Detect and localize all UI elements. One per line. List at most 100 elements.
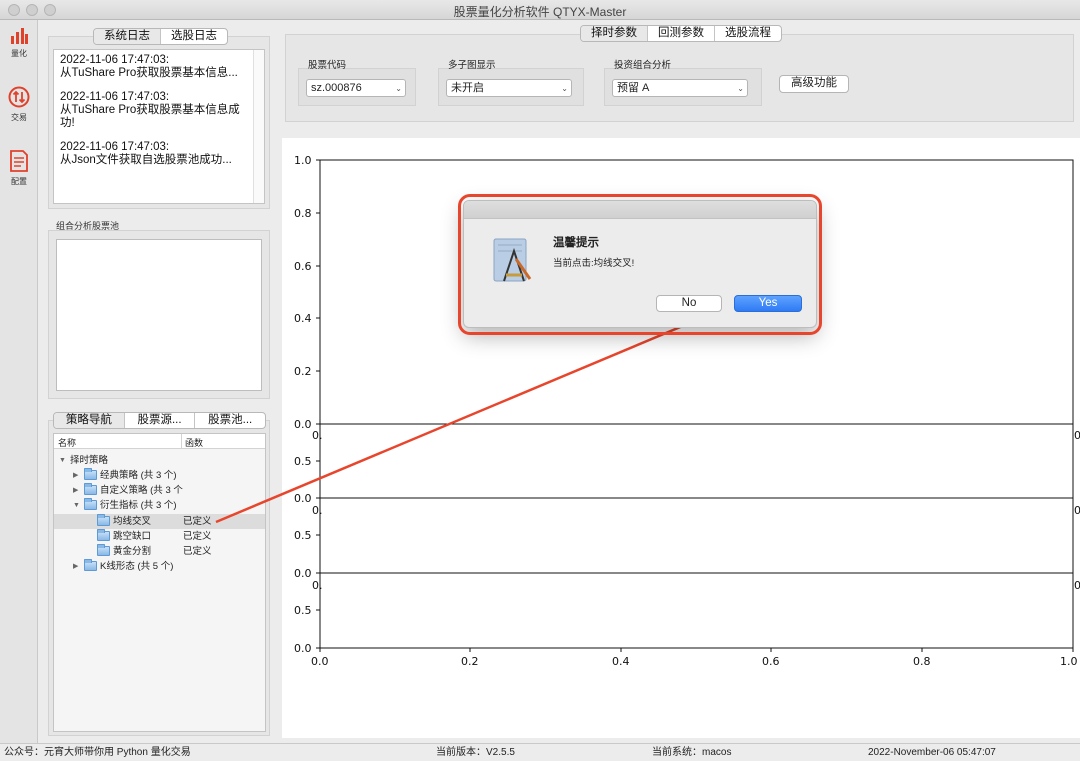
log-entry: 2022-11-06 17:47:03: 从TuShare Pro获取股票基本信… [60,91,240,129]
alert-dialog: 温馨提示 当前点击:均线交叉! No Yes [463,200,817,328]
tab-stock-flow[interactable]: 选股流程 [715,26,781,41]
y-tick: 0.5 [294,529,312,542]
status-wechat: 公众号：元宵大师带你用 Python 量化交易 [4,747,191,758]
chevron-down-icon: ⌄ [737,84,744,93]
folder-icon [84,468,97,480]
log-entry: 2022-11-06 17:47:03: 从Json文件获取自选股票池成功... [60,141,232,166]
x-tick: 0.0 [311,655,329,668]
portfolio-label: 投资组合分析 [614,60,672,71]
no-button[interactable]: No [656,295,722,312]
folder-icon [84,498,97,510]
x-tick: 0.8 [913,655,931,668]
folder-icon [84,483,97,495]
window-title: 股票量化分析软件 QTYX-Master [453,5,627,19]
nav-quant[interactable]: 量化 [0,26,38,59]
tree-row-timing[interactable]: ▼ 择时策略 [54,453,265,468]
log-entry: 2022-11-06 17:47:03: 从TuShare Pro获取股票基本信… [60,54,238,79]
y-tick: 0.8 [294,207,312,220]
dialog-message: 当前点击:均线交叉! [553,258,635,269]
nav-config-label: 配置 [11,177,27,186]
tree-header: 名称 函数 [54,434,265,449]
folder-icon [97,529,110,541]
tab-system-log[interactable]: 系统日志 [94,29,161,44]
trade-arrows-icon [8,86,30,108]
dialog-titlebar [464,201,816,219]
tree-header-name: 名称 [58,438,77,448]
yes-button[interactable]: Yes [734,295,802,312]
x-tick-edge: 0. [312,429,323,442]
nav-trade-label: 交易 [11,113,27,122]
nav-trade[interactable]: 交易 [0,86,38,123]
advanced-button[interactable]: 高级功能 [779,75,849,93]
app-icon [493,238,532,282]
portfolio-select[interactable]: 预留 A ⌄ [612,79,748,97]
y-tick: 0.2 [294,365,312,378]
tab-stock-pool[interactable]: 股票池... [195,413,265,428]
nav-config[interactable]: 配置 [0,150,38,187]
stock-pool-list[interactable] [56,239,262,391]
y-tick: 0.5 [294,455,312,468]
x-tick-edge: 0 [1074,579,1080,592]
collapse-arrow-icon[interactable]: ▶ [73,483,78,498]
dialog-title: 温馨提示 [553,237,599,249]
tree-row-ma-cross[interactable]: 均线交叉 已定义 [54,514,265,529]
log-tabs: 系统日志 选股日志 [93,28,228,45]
x-tick: 0.6 [762,655,780,668]
tree-row-golden[interactable]: 黄金分割 已定义 [54,544,265,559]
status-datetime: 2022-November-06 05:47:07 [868,747,996,758]
log-textarea[interactable]: 2022-11-06 17:47:03: 从TuShare Pro获取股票基本信… [53,49,265,204]
expand-arrow-icon[interactable]: ▼ [59,453,66,468]
tab-stock-log[interactable]: 选股日志 [161,29,227,44]
document-icon [10,150,28,172]
param-tabs: 择时参数 回测参数 选股流程 [580,25,782,42]
subplot-select[interactable]: 未开启 ⌄ [446,79,572,97]
tree-header-function: 函数 [185,438,204,448]
y-tick: 0.0 [294,642,312,655]
stock-code-label: 股票代码 [308,60,347,71]
window-titlebar: 股票量化分析软件 QTYX-Master [0,0,1080,20]
tree-row-classic[interactable]: ▶ 经典策略 (共 3 个) [54,468,265,483]
y-tick: 0.6 [294,260,312,273]
expand-arrow-icon[interactable]: ▼ [73,498,80,513]
x-tick-edge: 0. [312,504,323,517]
nav-quant-label: 量化 [11,49,27,58]
x-tick: 1.0 [1060,655,1078,668]
tab-stock-source[interactable]: 股票源... [125,413,196,428]
chevron-down-icon: ⌄ [561,84,568,93]
status-bar: 公众号：元宵大师带你用 Python 量化交易 当前版本：V2.5.5 当前系统… [0,743,1080,761]
collapse-arrow-icon[interactable]: ▶ [73,468,78,483]
folder-icon [97,514,110,526]
x-tick-edge: 0. [312,579,323,592]
y-tick: 1.0 [294,154,312,167]
bar-chart-icon [11,28,28,44]
stock-code-select[interactable]: sz.000876 ⌄ [306,79,406,97]
tab-timing-params[interactable]: 择时参数 [581,26,648,41]
tree-row-kline[interactable]: ▶ K线形态 (共 5 个) [54,559,265,574]
x-tick: 0.2 [461,655,479,668]
status-version: 当前版本：V2.5.5 [436,747,515,758]
folder-icon [97,544,110,556]
strategy-nav-tabs: 策略导航 股票源... 股票池... [53,412,266,429]
y-tick: 0.0 [294,492,312,505]
status-system: 当前系统：macos [652,747,732,758]
y-tick: 0.0 [294,567,312,580]
collapse-arrow-icon[interactable]: ▶ [73,559,78,574]
y-tick: 0.4 [294,312,312,325]
x-tick-edge: 0 [1074,504,1080,517]
y-tick: 0.5 [294,604,312,617]
strategy-tree: 名称 函数 ▼ 择时策略 ▶ 经典策略 (共 3 个) ▶ 自定义策略 (共 3… [53,433,266,732]
tree-row-derived[interactable]: ▼ 衍生指标 (共 3 个) [54,498,265,513]
x-tick: 0.4 [612,655,630,668]
folder-icon [84,559,97,571]
left-sidebar: 量化 交易 配置 [0,20,38,743]
chevron-down-icon: ⌄ [395,84,402,93]
y-tick: 0.0 [294,418,312,431]
x-tick-edge: 0 [1074,429,1080,442]
tree-row-custom[interactable]: ▶ 自定义策略 (共 3 个 [54,483,265,498]
tab-strategy-nav[interactable]: 策略导航 [54,413,125,428]
log-scrollbar[interactable] [253,50,264,203]
tree-row-gap[interactable]: 跳空缺口 已定义 [54,529,265,544]
pool-label: 组合分析股票池 [56,221,120,231]
tab-backtest-params[interactable]: 回测参数 [648,26,715,41]
subplot-label: 多子图显示 [448,60,496,71]
